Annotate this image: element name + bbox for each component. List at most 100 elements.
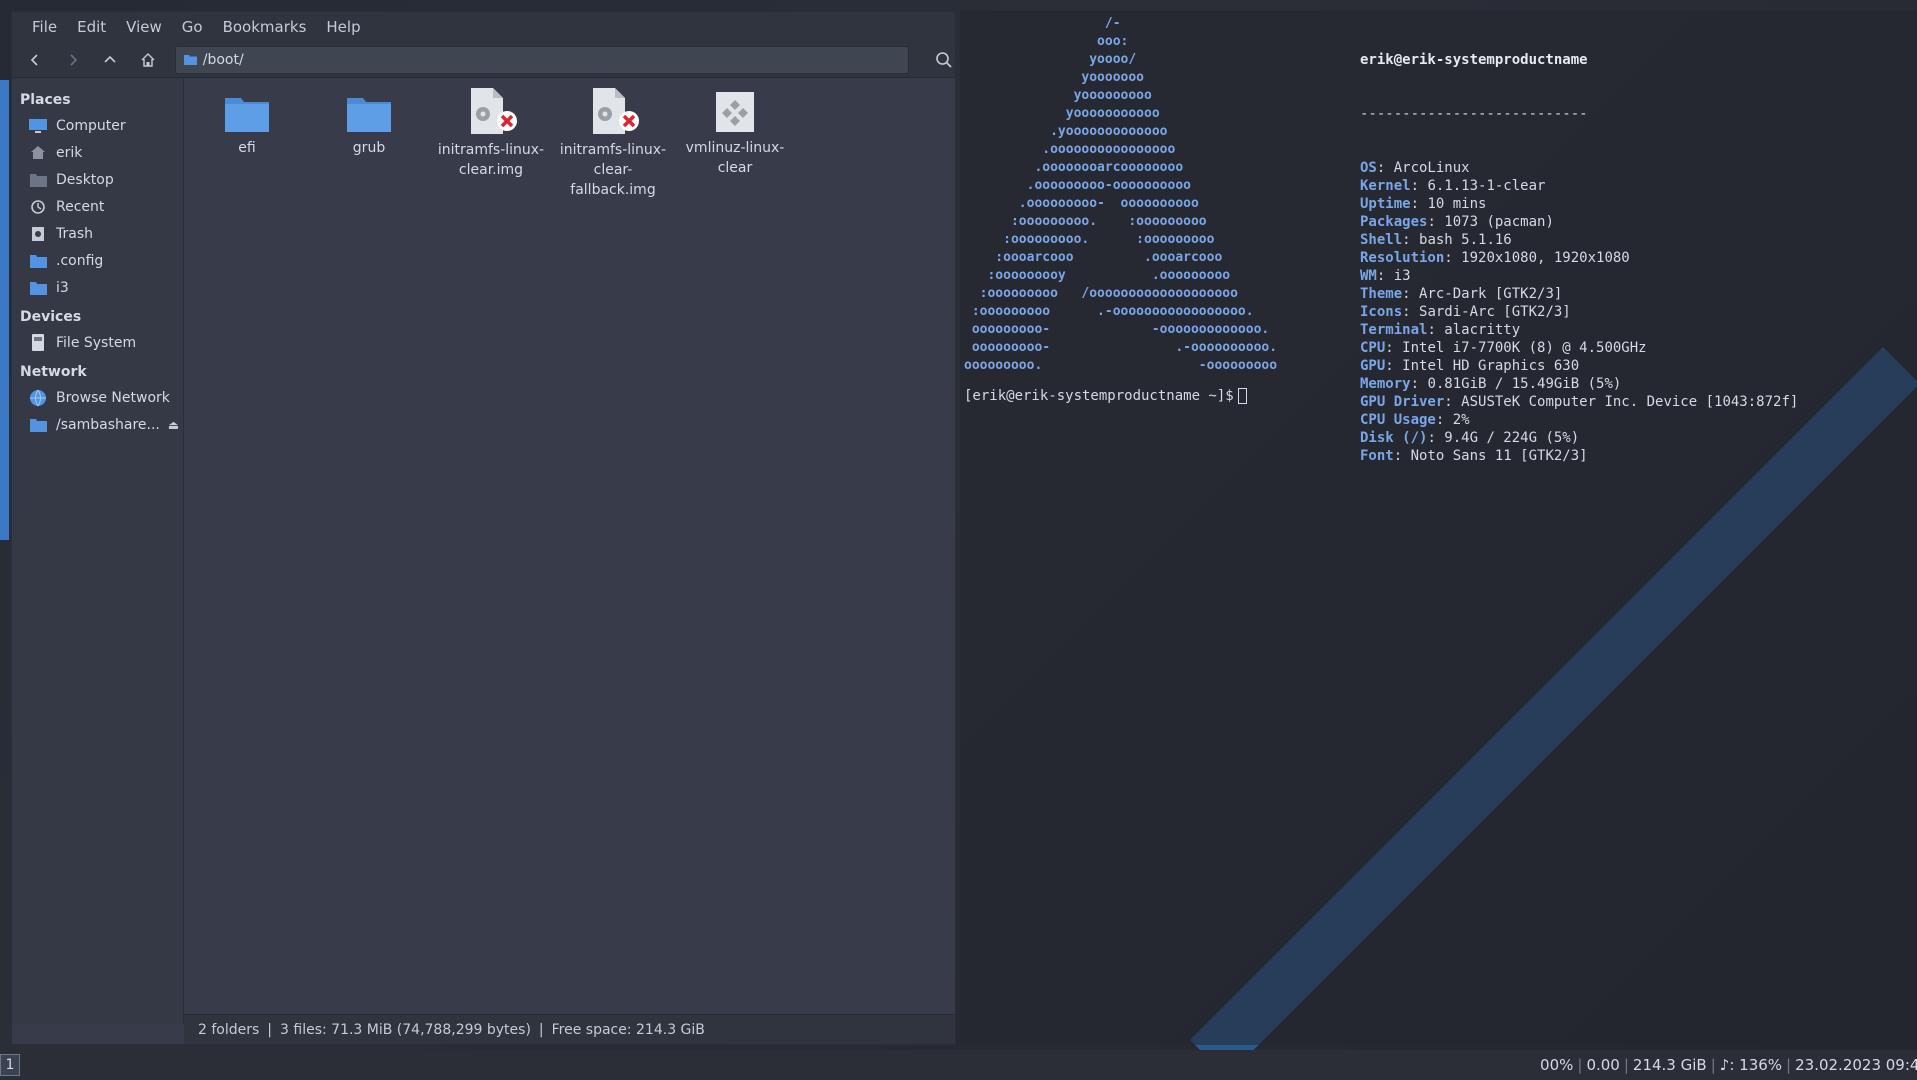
menu-edit[interactable]: Edit <box>67 18 116 36</box>
info-value: 6.1.13-1-clear <box>1427 178 1546 194</box>
home-button[interactable] <box>137 49 159 71</box>
file-item-vmlinuz-clear[interactable]: vmlinuz-linux-clear <box>675 92 795 178</box>
info-colon: : <box>1435 412 1453 428</box>
location-bar[interactable]: /boot/ <box>174 45 910 74</box>
info-line: GPU: Intel HD Graphics 630 <box>1360 357 1798 375</box>
eject-icon[interactable]: ⏏ <box>168 418 179 432</box>
info-value: 0.81GiB / 15.49GiB (5%) <box>1427 376 1622 392</box>
file-item-efi[interactable]: efi <box>187 94 307 158</box>
sidebar-section-places: Places <box>20 92 71 108</box>
info-key: GPU <box>1360 358 1386 374</box>
info-line: CPU Usage: 2% <box>1360 411 1798 429</box>
sidebar-item-computer[interactable]: Computer <box>12 112 183 139</box>
location-path: /boot/ <box>202 51 244 68</box>
workspace-button[interactable]: 1 <box>0 1054 20 1076</box>
network-icon <box>28 389 48 407</box>
info-line: WM: i3 <box>1360 267 1798 285</box>
info-colon: : <box>1410 376 1428 392</box>
info-value: Sardi-Arc [GTK2/3] <box>1419 304 1571 320</box>
info-colon: : <box>1410 178 1428 194</box>
computer-icon <box>28 117 48 135</box>
info-value: alacritty <box>1444 322 1521 338</box>
file-name: initramfs-linux-clear-fallback.img <box>559 142 667 198</box>
info-colon: : <box>1427 214 1445 230</box>
sidebar-item-trash[interactable]: Trash <box>12 220 183 247</box>
sidebar-item-recent[interactable]: Recent <box>12 193 183 220</box>
arcolinux-ascii-logo: /- ooo: yoooo/ yooooooo yooooooooo yoooo… <box>964 16 1278 373</box>
info-line: Font: Noto Sans 11 [GTK2/3] <box>1360 447 1798 465</box>
home-icon <box>141 52 155 67</box>
user-host: erik@erik-systemproductname <box>1360 52 1588 68</box>
file-item-initramfs-clear-fallback[interactable]: initramfs-linux-clear-fallback.img <box>553 88 673 200</box>
info-line: Uptime: 10 mins <box>1360 195 1798 213</box>
sidebar-item-desktop[interactable]: Desktop <box>12 166 183 193</box>
bar-disk: 214.3 GiB <box>1632 1056 1707 1074</box>
info-colon: : <box>1385 358 1403 374</box>
info-value: Intel HD Graphics 630 <box>1402 358 1580 374</box>
back-button[interactable] <box>24 49 46 71</box>
info-colon: : <box>1402 304 1420 320</box>
sidebar-item-browse-network[interactable]: Browse Network <box>12 384 183 411</box>
folder-icon <box>28 416 48 434</box>
executable-icon <box>716 92 754 132</box>
info-colon: : <box>1402 232 1420 248</box>
drive-icon <box>28 334 48 352</box>
info-value: 9.4G / 224G (5%) <box>1444 430 1580 446</box>
sidebar-item-erik[interactable]: erik <box>12 139 183 166</box>
file-manager-window: File Edit View Go Bookmarks Help /boot/ … <box>11 11 956 1045</box>
info-line: Disk (/): 9.4G / 224G (5%) <box>1360 429 1798 447</box>
info-line: GPU Driver: ASUSTeK Computer Inc. Device… <box>1360 393 1798 411</box>
forward-button[interactable] <box>62 49 84 71</box>
file-item-grub[interactable]: grub <box>309 94 429 158</box>
search-button[interactable] <box>933 49 955 71</box>
info-colon: : <box>1427 322 1445 338</box>
info-key: Resolution <box>1360 250 1445 266</box>
file-view: efi grub initramfs-linux-clear.img initr… <box>184 78 955 1024</box>
info-line: Theme: Arc-Dark [GTK2/3] <box>1360 285 1798 303</box>
menu-file[interactable]: File <box>22 18 67 36</box>
terminal-window[interactable]: /- ooo: yoooo/ yooooooo yooooooooo yoooo… <box>960 11 1917 1045</box>
up-button[interactable] <box>99 49 121 71</box>
info-key: OS <box>1360 160 1377 176</box>
info-line: Resolution: 1920x1080, 1920x1080 <box>1360 249 1798 267</box>
sidebar-item-label: File System <box>56 334 137 351</box>
info-line: Shell: bash 5.1.16 <box>1360 231 1798 249</box>
file-item-initramfs-clear[interactable]: initramfs-linux-clear.img <box>431 88 551 180</box>
menu-go[interactable]: Go <box>172 18 213 36</box>
info-value: bash 5.1.16 <box>1419 232 1512 248</box>
info-line: CPU: Intel i7-7700K (8) @ 4.500GHz <box>1360 339 1798 357</box>
menu-view[interactable]: View <box>116 18 172 36</box>
menu-bar: File Edit View Go Bookmarks Help <box>12 12 955 42</box>
file-name: grub <box>352 140 386 156</box>
info-key: Memory <box>1360 376 1411 392</box>
info-key: WM <box>1360 268 1377 284</box>
info-line: Packages: 1073 (pacman) <box>1360 213 1798 231</box>
info-key: Terminal <box>1360 322 1428 338</box>
info-value: ArcoLinux <box>1393 160 1470 176</box>
menu-help[interactable]: Help <box>316 18 370 36</box>
status-free-space: Free space: 214.3 GiB <box>551 1021 705 1038</box>
info-value: 1073 (pacman) <box>1444 214 1554 230</box>
sidebar-item-i3[interactable]: i3 <box>12 274 183 301</box>
home-icon <box>28 144 48 162</box>
sidebar-item-label: Recent <box>56 198 105 215</box>
file-name: vmlinuz-linux-clear <box>685 140 785 176</box>
shell-prompt[interactable]: [erik@erik-systemproductname ~]$ <box>964 388 1247 404</box>
sidebar-item-config[interactable]: .config <box>12 247 183 274</box>
recent-icon <box>28 198 48 216</box>
bar-cpu: 00% <box>1540 1056 1574 1074</box>
info-key: CPU <box>1360 340 1386 356</box>
text-cursor <box>1237 388 1247 404</box>
info-key: Font <box>1360 448 1394 464</box>
search-icon <box>936 51 952 68</box>
info-value: ASUSTeK Computer Inc. Device [1043:872f] <box>1461 394 1799 410</box>
sidebar-item-sambashare[interactable]: /sambashare... ⏏ <box>12 411 183 438</box>
info-colon: : <box>1376 160 1394 176</box>
sidebar-item-file-system[interactable]: File System <box>12 329 183 356</box>
neofetch-info: erik@erik-systemproductname ------------… <box>1360 15 1798 465</box>
sidebar-item-label: Computer <box>56 117 126 134</box>
menu-bookmarks[interactable]: Bookmarks <box>213 18 317 36</box>
chevron-up-icon <box>104 55 116 63</box>
info-colon: : <box>1444 250 1462 266</box>
info-key: Packages <box>1360 214 1428 230</box>
